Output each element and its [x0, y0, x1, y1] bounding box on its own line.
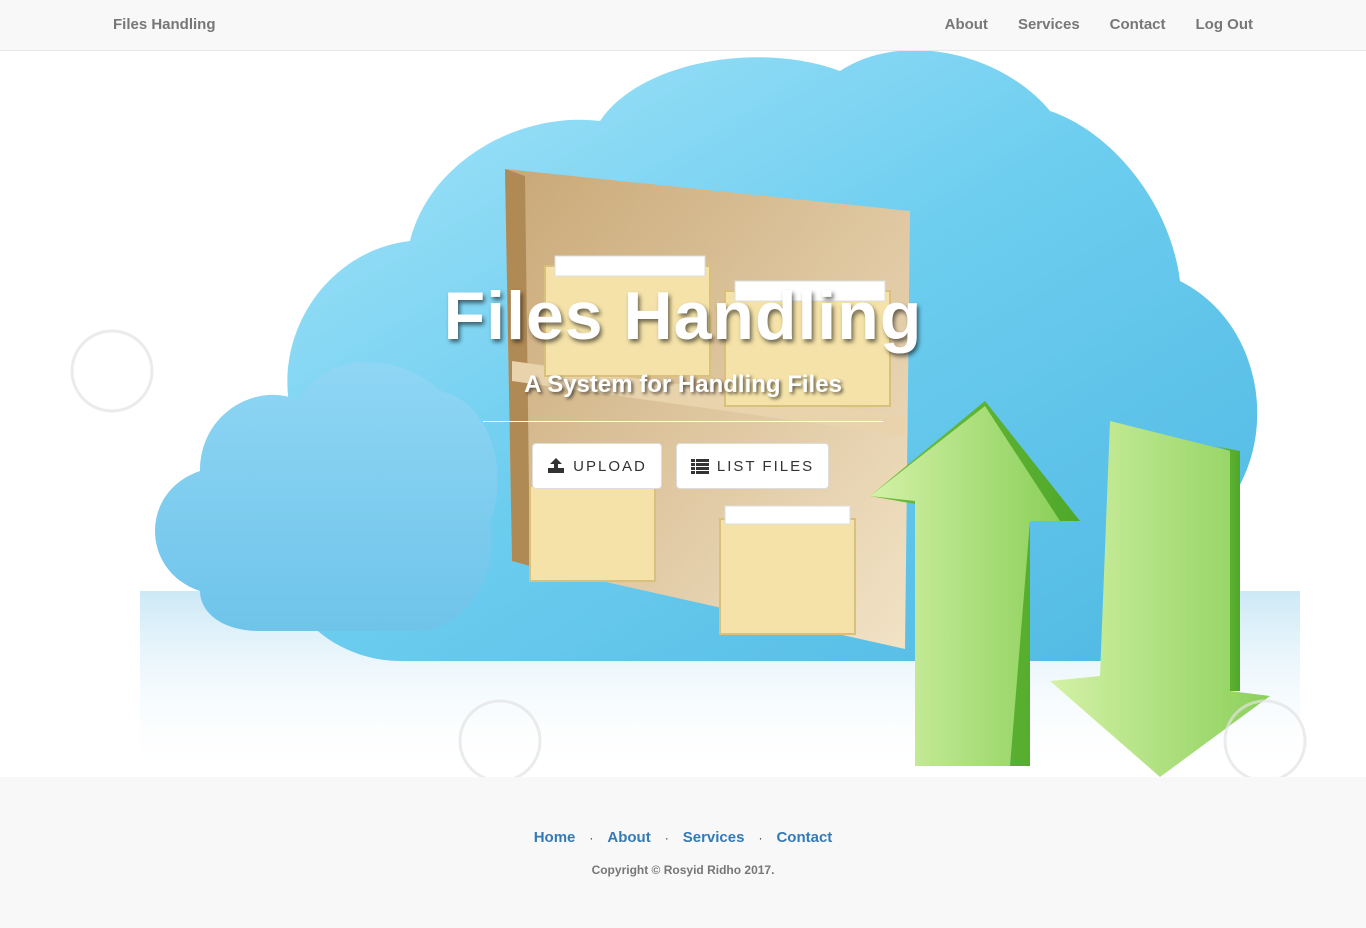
- upload-label: UPLOAD: [573, 457, 647, 475]
- footer-services-link[interactable]: Services: [683, 829, 745, 846]
- footer-separator: ·: [589, 830, 594, 845]
- footer-home-link[interactable]: Home: [534, 829, 576, 846]
- footer-about-link[interactable]: About: [607, 829, 650, 846]
- brand-link[interactable]: Files Handling: [113, 16, 216, 33]
- hero-title: Files Handling: [443, 278, 923, 354]
- top-navbar: Files Handling About Services Contact Lo…: [0, 0, 1366, 51]
- nav-logout[interactable]: Log Out: [1196, 16, 1253, 33]
- list-icon: [690, 458, 709, 474]
- hero-subtitle: A System for Handling Files: [524, 371, 842, 398]
- nav-contact[interactable]: Contact: [1110, 16, 1166, 33]
- copyright-text: Copyright © Rosyid Ridho 2017.: [591, 863, 775, 877]
- footer-separator: ·: [758, 830, 763, 845]
- footer-separator: ·: [664, 830, 669, 845]
- upload-button[interactable]: UPLOAD: [532, 443, 662, 489]
- list-files-button[interactable]: LIST FILES: [676, 443, 829, 489]
- hero-content: Files Handling A System for Handling Fil…: [0, 51, 1366, 777]
- footer-contact-link[interactable]: Contact: [776, 829, 832, 846]
- hero-section: Files Handling A System for Handling Fil…: [0, 51, 1366, 777]
- nav-links: About Services Contact Log Out: [945, 16, 1253, 33]
- upload-icon: [548, 458, 565, 473]
- footer-links: Home · About · Services · Contact: [0, 829, 1366, 846]
- hero-divider: [483, 421, 883, 422]
- nav-about[interactable]: About: [945, 16, 988, 33]
- nav-services[interactable]: Services: [1018, 16, 1080, 33]
- list-files-label: LIST FILES: [716, 457, 815, 475]
- footer: Home · About · Services · Contact Copyri…: [0, 777, 1366, 928]
